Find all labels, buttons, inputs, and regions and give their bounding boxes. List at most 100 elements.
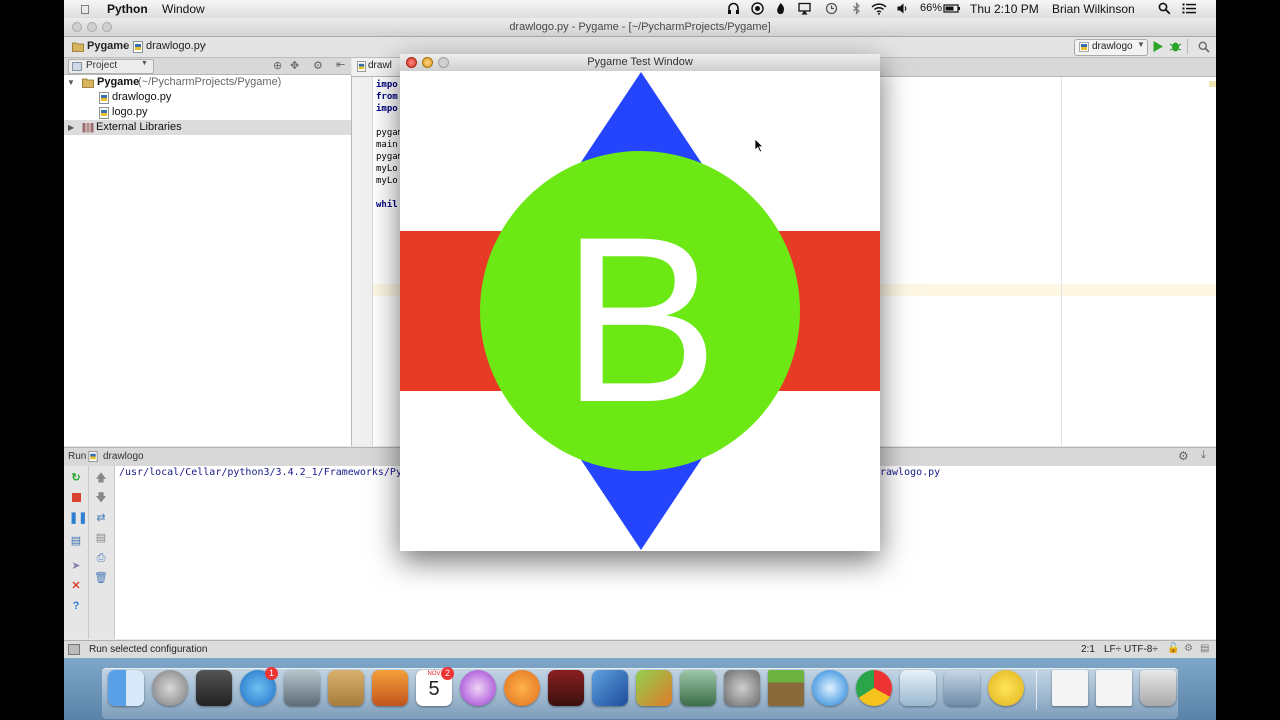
python-file-icon <box>133 41 143 53</box>
app-menu[interactable]: Python <box>107 2 148 16</box>
battery-icon[interactable] <box>943 2 961 15</box>
project-tree: ▼ Pygame (~/PycharmProjects/Pygame) draw… <box>64 75 352 446</box>
editor-tab-drawlogo[interactable]: drawl <box>352 58 403 76</box>
chrome-icon[interactable] <box>856 670 892 706</box>
line-separator[interactable]: LF÷ <box>1104 644 1121 655</box>
collapse-icon[interactable]: ✥ <box>290 59 299 72</box>
dock: 1 NOV 5 2 <box>64 658 1216 720</box>
notes-icon[interactable] <box>372 670 408 706</box>
dump-threads-icon[interactable]: ▤ <box>69 534 83 548</box>
ide-minimize-button[interactable] <box>87 22 97 32</box>
breadcrumb-project[interactable]: Pygame <box>87 40 129 52</box>
ide-status-bar: Run selected configuration 2:1 LF÷ UTF-8… <box>64 640 1216 658</box>
user-name[interactable]: Brian Wilkinson <box>1052 2 1135 16</box>
notification-center-icon[interactable] <box>1182 2 1197 15</box>
gear-icon[interactable]: ⚙ <box>313 59 323 72</box>
pygame-minimize-button[interactable] <box>422 57 433 68</box>
close-icon[interactable]: ✕ <box>69 579 83 593</box>
inspector-icon[interactable]: ⚙ <box>1184 643 1193 654</box>
document-icon[interactable] <box>1096 670 1132 706</box>
print-icon[interactable]: ⎙ <box>94 551 108 565</box>
spotlight-search-icon[interactable] <box>1158 2 1171 15</box>
app-icon[interactable] <box>636 670 672 706</box>
error-stripe-marker <box>1209 81 1216 87</box>
iphoto-icon[interactable] <box>944 670 980 706</box>
pygame-window: Pygame Test Window B <box>400 54 880 551</box>
window-menu[interactable]: Window <box>162 2 205 16</box>
caret-position[interactable]: 2:1 <box>1081 644 1095 655</box>
record-icon[interactable] <box>751 2 764 15</box>
soft-wrap-icon[interactable]: ⇄ <box>94 511 108 525</box>
finder-icon[interactable] <box>108 670 144 706</box>
debug-button[interactable] <box>1169 40 1182 53</box>
flame-icon[interactable] <box>774 2 787 15</box>
editor-gutter <box>352 77 373 446</box>
tree-external-libraries[interactable]: ▶ External Libraries <box>64 120 351 135</box>
apple-menu-icon[interactable]:  <box>80 2 90 17</box>
quicktime-icon[interactable] <box>812 670 848 706</box>
pygame-canvas[interactable]: B <box>400 71 880 551</box>
python-file-icon <box>88 451 98 462</box>
pause-icon[interactable]: ❚❚ <box>69 511 87 525</box>
pygame-zoom-button[interactable] <box>438 57 449 68</box>
volume-icon[interactable] <box>896 2 909 15</box>
scroll-end-icon[interactable]: ▤ <box>94 531 108 545</box>
ibooks-icon[interactable] <box>504 670 540 706</box>
ide-zoom-button[interactable] <box>102 22 112 32</box>
minecraft-icon[interactable] <box>768 670 804 706</box>
breadcrumb-separator-icon: › <box>125 39 129 51</box>
run-button[interactable] <box>1152 40 1164 53</box>
ide-close-button[interactable] <box>72 22 82 32</box>
pin-icon[interactable]: ➤ <box>69 559 83 573</box>
code-line: main <box>376 140 398 150</box>
tree-file-logo[interactable]: logo.py <box>64 105 351 120</box>
breadcrumb-file[interactable]: drawlogo.py <box>146 40 205 52</box>
app-store-badge: 1 <box>265 667 278 680</box>
headphones-icon[interactable] <box>727 2 740 15</box>
project-view-selector[interactable]: Project ▼ <box>68 59 154 74</box>
bluetooth-icon[interactable] <box>850 2 863 15</box>
event-log-icon[interactable]: ▤ <box>1200 643 1209 654</box>
run-tab-config[interactable]: drawlogo <box>103 451 144 462</box>
clear-trash-icon[interactable]: 🗑 <box>94 571 108 585</box>
scroll-down-icon[interactable]: 🡇 <box>94 491 108 505</box>
preview-icon[interactable] <box>900 670 936 706</box>
tool-window-toggle-icon[interactable] <box>68 644 80 655</box>
hide-panel-icon[interactable]: ⇤ <box>336 58 345 71</box>
run-toolbar-secondary: 🡅 🡇 ⇄ ▤ ⎙ 🗑 <box>89 466 115 639</box>
document-icon[interactable] <box>1052 670 1088 706</box>
run-config-selector[interactable]: drawlogo ▼ <box>1074 39 1148 56</box>
search-everywhere-icon[interactable] <box>1198 41 1210 53</box>
tree-file-drawlogo[interactable]: drawlogo.py <box>64 90 351 105</box>
photo-booth-icon[interactable] <box>196 670 232 706</box>
chevron-down-icon[interactable]: ▼ <box>67 75 75 90</box>
tree-root-pygame[interactable]: ▼ Pygame (~/PycharmProjects/Pygame) <box>64 75 351 90</box>
image-capture-icon[interactable] <box>680 670 716 706</box>
python-idle-icon[interactable] <box>988 670 1024 706</box>
target-icon[interactable]: ⊕ <box>273 59 282 72</box>
launchpad-icon[interactable] <box>152 670 188 706</box>
help-icon[interactable]: ? <box>69 599 83 613</box>
lock-icon[interactable]: 🔓 <box>1167 643 1179 654</box>
system-preferences-icon[interactable] <box>724 670 760 706</box>
scroll-up-icon[interactable]: 🡅 <box>94 471 108 485</box>
itunes-icon[interactable] <box>460 670 496 706</box>
clock[interactable]: Thu 2:10 PM <box>970 2 1039 16</box>
rerun-icon[interactable]: ↻ <box>69 471 83 485</box>
contacts-icon[interactable] <box>328 670 364 706</box>
trash-icon[interactable] <box>1140 670 1176 706</box>
hide-panel-icon[interactable]: ⤓ <box>1201 449 1206 462</box>
chevron-right-icon[interactable]: ▶ <box>68 120 74 135</box>
facetime-icon[interactable] <box>284 670 320 706</box>
airplay-icon[interactable] <box>798 2 811 15</box>
editor-tab-label: drawl <box>368 60 392 71</box>
photo-slides-icon[interactable] <box>548 670 584 706</box>
gear-icon[interactable]: ⚙ <box>1178 449 1189 463</box>
time-machine-icon[interactable] <box>825 2 838 15</box>
wifi-icon[interactable] <box>871 2 887 15</box>
xcode-icon[interactable] <box>592 670 628 706</box>
status-message: Run selected configuration <box>89 644 208 655</box>
stop-icon[interactable] <box>69 491 83 505</box>
file-encoding[interactable]: UTF-8÷ <box>1124 644 1158 655</box>
pygame-close-button[interactable] <box>406 57 417 68</box>
